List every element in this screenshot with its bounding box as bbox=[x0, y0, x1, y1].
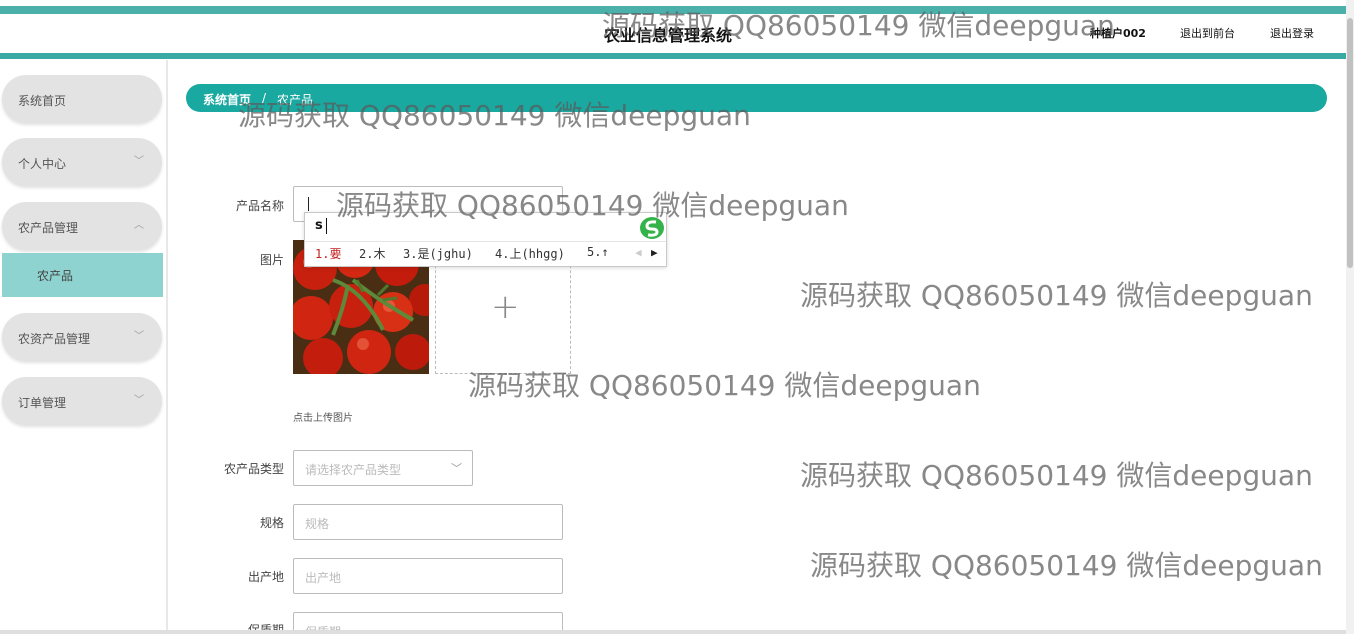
exit-to-frontend-link[interactable]: 退出到前台 bbox=[1180, 25, 1235, 41]
watermark-text: 源码获取 QQ86050149 微信deepguan bbox=[810, 549, 1323, 582]
sogou-logo-icon bbox=[640, 217, 664, 239]
product-type-label: 农产品类型 bbox=[223, 462, 284, 476]
sidebar-subitem-label: 农产品 bbox=[37, 269, 74, 283]
page: 农业信息管理系统 种植户002 退出到前台 退出登录 系统首页 个人中心 ﹀ 农… bbox=[0, 0, 1354, 634]
origin-label: 出产地 bbox=[247, 570, 284, 584]
ime-candidate-popup: s 1.要 2.木 3.是(jghu) 4.上(hhgg) 5.↑ ◀ ▶ bbox=[304, 212, 667, 267]
breadcrumb: 系统首页 / 农产品 bbox=[186, 84, 1327, 112]
ime-candidate-1[interactable]: 1.要 bbox=[315, 245, 341, 262]
sidebar-subitem-products[interactable]: 农产品 bbox=[2, 253, 163, 297]
ime-candidate-2[interactable]: 2.木 bbox=[359, 245, 385, 262]
sidebar-item-label: 农资产品管理 bbox=[18, 332, 91, 346]
breadcrumb-separator: / bbox=[262, 91, 267, 105]
spec-input[interactable]: 规格 bbox=[293, 504, 563, 540]
sidebar-item-product-management[interactable]: 农产品管理 ︿ bbox=[2, 202, 162, 250]
header-top-bar bbox=[0, 6, 1346, 14]
chevron-down-icon: ﹀ bbox=[134, 331, 144, 342]
watermark-text: 源码获取 QQ86050149 微信deepguan bbox=[800, 279, 1313, 312]
sidebar-item-personal-center[interactable]: 个人中心 ﹀ bbox=[2, 138, 162, 186]
sidebar-item-label: 个人中心 bbox=[18, 157, 67, 171]
ime-candidate-4[interactable]: 4.上(hhgg) bbox=[495, 245, 565, 262]
product-type-select[interactable]: 请选择农产品类型 ﹀ bbox=[293, 450, 473, 486]
breadcrumb-current: 农产品 bbox=[277, 93, 314, 107]
sidebar-item-home[interactable]: 系统首页 bbox=[2, 75, 162, 123]
ime-divider bbox=[305, 241, 666, 242]
product-name-label: 产品名称 bbox=[235, 199, 284, 213]
app-title: 农业信息管理系统 bbox=[604, 26, 733, 45]
plus-icon: + bbox=[491, 287, 520, 327]
breadcrumb-home[interactable]: 系统首页 bbox=[203, 91, 251, 108]
ime-candidate-3[interactable]: 3.是(jghu) bbox=[403, 245, 473, 262]
vertical-scrollbar[interactable] bbox=[1346, 0, 1354, 634]
sidebar-item-order-management[interactable]: 订单管理 ﹀ bbox=[2, 377, 162, 425]
scrollbar-thumb[interactable] bbox=[1347, 18, 1353, 268]
chevron-down-icon: ﹀ bbox=[451, 462, 462, 475]
sidebar-item-label: 订单管理 bbox=[18, 396, 67, 410]
spec-placeholder: 规格 bbox=[305, 517, 330, 531]
upload-hint: 点击上传图片 bbox=[293, 413, 353, 424]
bottom-edge bbox=[0, 630, 1346, 634]
chevron-up-icon: ︿ bbox=[134, 220, 144, 231]
origin-input[interactable]: 出产地 bbox=[293, 558, 563, 594]
text-caret bbox=[308, 197, 309, 211]
current-user: 种植户002 bbox=[1090, 27, 1146, 40]
sidebar-item-supplies-management[interactable]: 农资产品管理 ﹀ bbox=[2, 313, 162, 361]
product-type-placeholder: 请选择农产品类型 bbox=[305, 463, 402, 477]
image-label: 图片 bbox=[259, 253, 284, 267]
sidebar-item-label: 农产品管理 bbox=[18, 221, 79, 235]
watermark-text: 源码获取 QQ86050149 微信deepguan bbox=[800, 459, 1313, 492]
ime-prev-page-icon[interactable]: ◀ bbox=[635, 246, 642, 259]
chevron-down-icon: ﹀ bbox=[134, 395, 144, 406]
ime-candidate-5[interactable]: 5.↑ bbox=[587, 245, 609, 259]
spec-label: 规格 bbox=[259, 516, 284, 530]
sidebar-item-label: 系统首页 bbox=[18, 94, 67, 108]
logout-link[interactable]: 退出登录 bbox=[1270, 25, 1314, 41]
ime-composition: s bbox=[315, 218, 323, 233]
ime-caret bbox=[326, 218, 327, 234]
chevron-down-icon: ﹀ bbox=[134, 156, 144, 167]
origin-placeholder: 出产地 bbox=[305, 571, 342, 585]
header-bottom-line bbox=[0, 53, 1346, 59]
ime-next-page-icon[interactable]: ▶ bbox=[651, 246, 658, 259]
